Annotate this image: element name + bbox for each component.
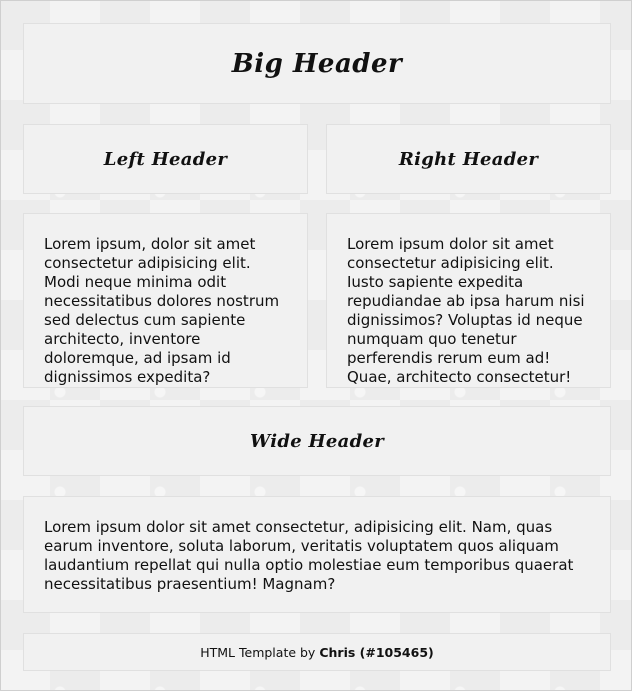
footer-text: HTML Template by Chris (#105465) (24, 634, 610, 670)
footer-panel: HTML Template by Chris (#105465) (23, 633, 611, 671)
big-header: Big Header (231, 48, 403, 79)
right-header-panel: Right Header (326, 124, 611, 194)
wide-body-panel: Lorem ipsum dolor sit amet consectetur, … (23, 496, 611, 613)
page: { "big_header": "Big Header", "left_head… (0, 0, 632, 691)
right-body-panel: Lorem ipsum dolor sit amet consectetur a… (326, 213, 611, 388)
wide-header: Wide Header (250, 430, 384, 452)
right-body-text: Lorem ipsum dolor sit amet consectetur a… (347, 235, 585, 386)
wide-body-text: Lorem ipsum dolor sit amet consectetur, … (44, 518, 574, 593)
footer-author: Chris (#105465) (319, 644, 434, 660)
right-header: Right Header (398, 148, 539, 170)
left-body-panel: Lorem ipsum, dolor sit amet consectetur … (23, 213, 308, 388)
wide-header-panel: Wide Header (23, 406, 611, 476)
left-body-text: Lorem ipsum, dolor sit amet consectetur … (44, 235, 280, 386)
left-header-panel: Left Header (23, 124, 308, 194)
left-header: Left Header (103, 148, 228, 170)
big-header-panel: Big Header (23, 23, 611, 104)
footer-prefix: HTML Template by (200, 644, 316, 660)
